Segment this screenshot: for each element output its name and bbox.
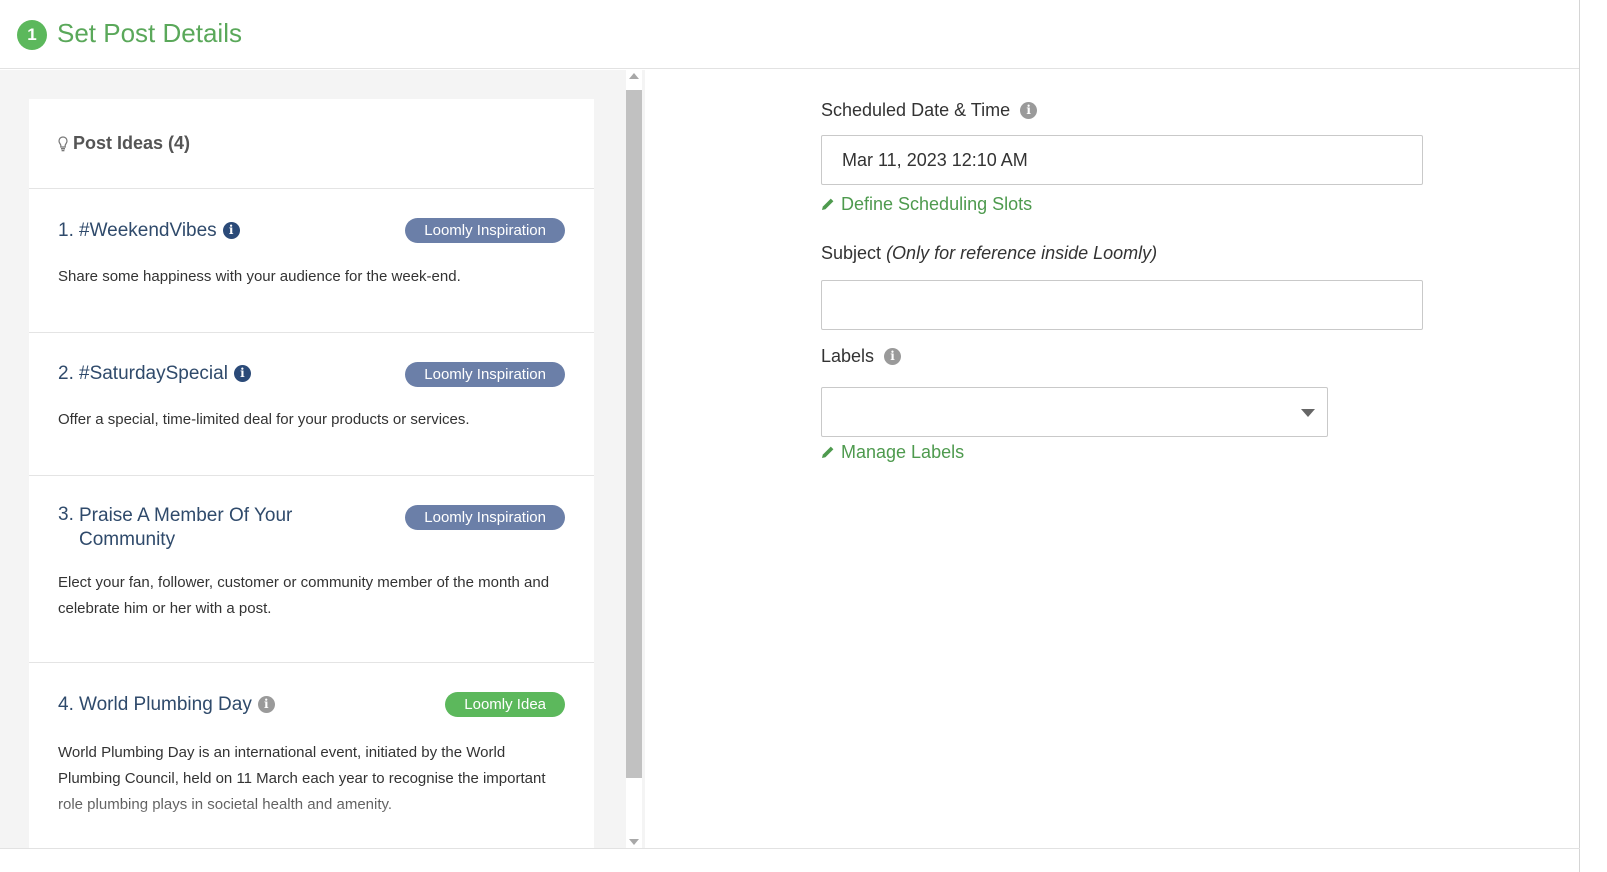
pencil-icon — [822, 446, 834, 458]
page-header: 1 Set Post Details — [0, 0, 1580, 69]
labels-select[interactable] — [821, 387, 1328, 437]
scroll-down-arrow-icon[interactable] — [629, 839, 639, 845]
idea-type-badge: Loomly Inspiration — [405, 505, 565, 530]
define-scheduling-slots-text: Define Scheduling Slots — [841, 194, 1033, 214]
subject-label-text: Subject — [821, 243, 882, 263]
define-scheduling-slots-link[interactable]: Define Scheduling Slots — [821, 194, 1032, 215]
post-idea-item[interactable]: 4. World Plumbing Day i Loomly Idea World… — [29, 663, 594, 848]
idea-title-text: World Plumbing Day — [79, 694, 252, 715]
panel-bottom-border — [0, 848, 1580, 849]
info-icon[interactable]: i — [1020, 102, 1038, 119]
pencil-icon — [822, 198, 834, 210]
step-number-badge: 1 — [17, 20, 47, 50]
idea-title-text: #WeekendVibes — [79, 220, 217, 241]
scrollbar-thumb[interactable] — [626, 90, 642, 778]
lightbulb-icon — [58, 136, 68, 152]
post-ideas-pane[interactable]: Post Ideas (4) 1. #WeekendVibes i Loomly … — [0, 70, 645, 848]
post-idea-item[interactable]: 3. Praise A Member Of Your Community Loo… — [29, 476, 594, 663]
scroll-up-arrow-icon[interactable] — [629, 73, 639, 79]
idea-description: Elect your fan, follower, customer or co… — [58, 574, 550, 617]
chevron-down-icon — [1301, 409, 1315, 417]
subject-input[interactable] — [821, 280, 1423, 330]
post-idea-item[interactable]: 2. #SaturdaySpecial i Loomly Inspiration … — [29, 333, 594, 476]
labels-label-text: Labels — [821, 346, 875, 366]
scheduled-date-label: Scheduled Date & Time i — [821, 100, 1038, 121]
idea-description: Share some happiness with your audience … — [58, 268, 461, 285]
manage-labels-text: Manage Labels — [841, 442, 965, 462]
panel-right-border — [1579, 0, 1580, 872]
idea-type-badge: Loomly Inspiration — [405, 218, 565, 243]
idea-type-badge: Loomly Idea — [445, 692, 565, 717]
info-icon[interactable]: i — [233, 365, 251, 382]
page-title: Set Post Details — [57, 18, 242, 48]
idea-description: World Plumbing Day is an international e… — [58, 744, 546, 813]
idea-title[interactable]: Praise A Member Of Your Community — [79, 504, 319, 552]
manage-labels-link[interactable]: Manage Labels — [821, 442, 964, 463]
idea-number: 4. — [58, 694, 74, 715]
ideas-scrollbar[interactable] — [626, 70, 642, 848]
scheduled-date-input[interactable]: Mar 11, 2023 12:10 AM — [821, 135, 1423, 185]
post-ideas-header: Post Ideas (4) — [29, 99, 594, 189]
subject-label: Subject (Only for reference inside Looml… — [821, 243, 1157, 264]
info-icon[interactable]: i — [257, 696, 275, 713]
idea-number: 3. — [58, 504, 74, 525]
idea-title[interactable]: #SaturdaySpecial i — [79, 362, 251, 386]
idea-number: 1. — [58, 220, 74, 241]
idea-title[interactable]: World Plumbing Day i — [79, 693, 275, 717]
info-icon[interactable]: i — [222, 222, 240, 239]
post-idea-item[interactable]: 1. #WeekendVibes i Loomly Inspiration Sha… — [29, 189, 594, 333]
labels-label: Labels i — [821, 346, 902, 367]
idea-title[interactable]: #WeekendVibes i — [79, 219, 240, 243]
idea-type-badge: Loomly Inspiration — [405, 362, 565, 387]
scheduled-date-label-text: Scheduled Date & Time — [821, 100, 1011, 120]
info-icon[interactable]: i — [884, 348, 902, 365]
post-ideas-title: Post Ideas (4) — [73, 133, 191, 153]
idea-title-text: #SaturdaySpecial — [79, 363, 228, 384]
post-ideas-card: Post Ideas (4) 1. #WeekendVibes i Loomly … — [29, 99, 594, 848]
idea-description: Offer a special, time-limited deal for y… — [58, 411, 470, 428]
idea-number: 2. — [58, 363, 74, 384]
subject-hint: (Only for reference inside Loomly) — [886, 243, 1158, 263]
